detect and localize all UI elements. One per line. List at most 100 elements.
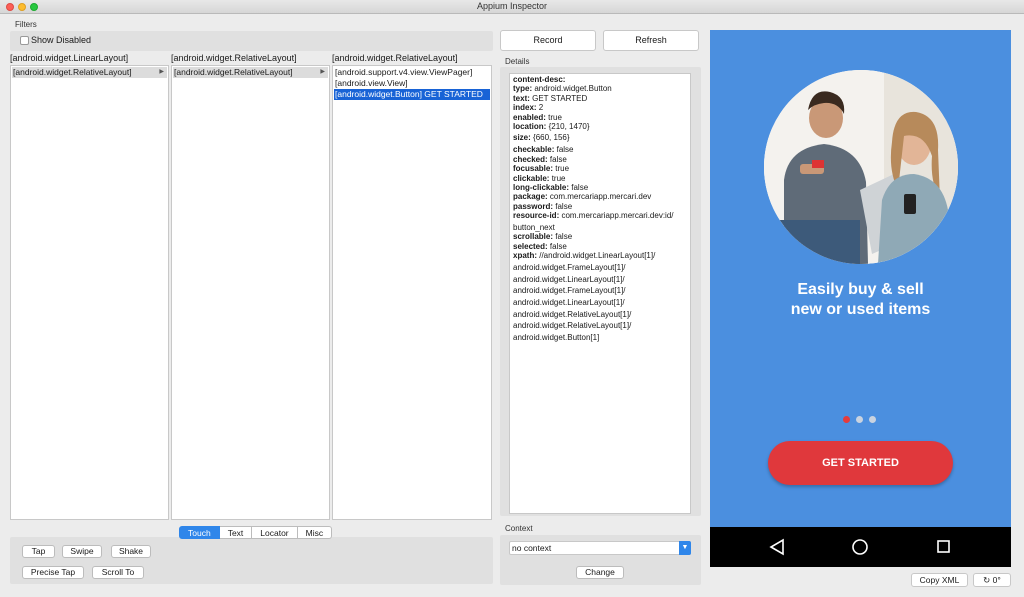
- detail-line: enabled: true: [513, 113, 562, 122]
- show-disabled-checkbox[interactable]: [20, 36, 29, 45]
- detail-value: android.widget.LinearLayout[1]/: [513, 275, 625, 284]
- detail-key: package:: [513, 192, 548, 201]
- detail-line: index: 2: [513, 103, 543, 112]
- recents-icon: [937, 540, 950, 553]
- column-header: [android.widget.RelativeLayout]: [171, 53, 297, 63]
- detail-line: checked: false: [513, 155, 567, 164]
- details-label: Details: [505, 57, 530, 66]
- onboarding-headline: Easily buy & sell new or used items: [710, 280, 1011, 320]
- detail-line: password: false: [513, 202, 572, 211]
- column-list[interactable]: [android.widget.RelativeLayout] ▶: [171, 65, 330, 520]
- detail-line: scrollable: false: [513, 232, 572, 241]
- detail-key: focusable:: [513, 164, 554, 173]
- detail-key: size:: [513, 133, 531, 142]
- detail-value: 2: [538, 103, 544, 112]
- detail-line: android.widget.LinearLayout[1]/: [513, 275, 625, 284]
- detail-value: {660, 156}: [533, 133, 570, 142]
- detail-key: checkable:: [513, 145, 555, 154]
- list-item-label: [android.widget.RelativeLayout]: [174, 67, 293, 77]
- column-list[interactable]: [android.widget.RelativeLayout] ▶: [10, 65, 169, 520]
- column-header: [android.widget.LinearLayout]: [10, 53, 129, 63]
- list-item[interactable]: [android.view.View]: [334, 78, 490, 89]
- scroll-to-button[interactable]: Scroll To: [92, 566, 144, 579]
- detail-value: {210, 1470}: [548, 122, 590, 131]
- tab-touch[interactable]: Touch: [179, 526, 220, 539]
- column-header: [android.widget.RelativeLayout]: [332, 53, 458, 63]
- expand-arrow-icon: ▶: [320, 69, 325, 75]
- detail-key: text:: [513, 94, 530, 103]
- detail-line: button_next: [513, 223, 555, 232]
- detail-key: content-desc:: [513, 75, 566, 84]
- change-context-button[interactable]: Change: [576, 566, 624, 579]
- detail-value: com.mercariapp.mercari.dev:id/: [561, 211, 674, 220]
- detail-value: android.widget.FrameLayout[1]/: [513, 286, 626, 295]
- hierarchy-column-1: [android.widget.LinearLayout] [android.w…: [10, 53, 169, 520]
- context-select[interactable]: no context ▼: [509, 541, 691, 555]
- title-bar: Appium Inspector: [0, 0, 1024, 14]
- detail-value: false: [549, 242, 567, 251]
- detail-line: android.widget.LinearLayout[1]/: [513, 298, 625, 307]
- page-dot: [856, 416, 863, 423]
- tap-button[interactable]: Tap: [22, 545, 55, 558]
- column-list[interactable]: [android.support.v4.view.ViewPager] [and…: [332, 65, 492, 520]
- precise-tap-button[interactable]: Precise Tap: [22, 566, 84, 579]
- detail-line: focusable: true: [513, 164, 569, 173]
- window-title: Appium Inspector: [476, 1, 548, 11]
- expand-arrow-icon: ▶: [159, 69, 164, 75]
- detail-line: long-clickable: false: [513, 183, 588, 192]
- copy-xml-button[interactable]: Copy XML: [911, 573, 968, 587]
- shake-button[interactable]: Shake: [111, 545, 151, 558]
- list-item-label: [android.support.v4.view.ViewPager]: [335, 67, 473, 77]
- list-item-label: [android.view.View]: [335, 78, 408, 88]
- swipe-button[interactable]: Swipe: [62, 545, 102, 558]
- detail-line: android.widget.RelativeLayout[1]/: [513, 310, 631, 319]
- tab-text[interactable]: Text: [219, 526, 253, 539]
- detail-value: android.widget.Button: [534, 84, 612, 93]
- record-button[interactable]: Record: [500, 30, 596, 51]
- page-indicator: [843, 416, 876, 423]
- context-label: Context: [505, 524, 533, 533]
- detail-line: resource-id: com.mercariapp.mercari.dev:…: [513, 211, 674, 220]
- rotation-value: 0°: [992, 575, 1001, 585]
- list-item-selected[interactable]: [android.widget.Button] GET STARTED: [334, 89, 490, 100]
- back-icon: [769, 538, 784, 556]
- list-item-label: [android.widget.RelativeLayout]: [13, 67, 132, 77]
- detail-key: password:: [513, 202, 554, 211]
- detail-key: checked:: [513, 155, 548, 164]
- tab-misc[interactable]: Misc: [297, 526, 333, 539]
- device-screenshot[interactable]: Easily buy & sell new or used items GET …: [710, 30, 1011, 567]
- detail-key: index:: [513, 103, 537, 112]
- list-item[interactable]: [android.widget.RelativeLayout] ▶: [12, 67, 167, 78]
- home-icon: [852, 539, 868, 555]
- tab-locator[interactable]: Locator: [252, 526, 298, 539]
- list-item[interactable]: [android.widget.RelativeLayout] ▶: [173, 67, 328, 78]
- detail-key: xpath:: [513, 251, 537, 260]
- context-select-value: no context: [512, 543, 552, 553]
- detail-line: android.widget.Button[1]: [513, 333, 599, 342]
- detail-line: clickable: true: [513, 174, 566, 183]
- rotate-button[interactable]: ↻ 0°: [973, 573, 1011, 587]
- detail-line: location: {210, 1470}: [513, 122, 590, 131]
- details-text-area[interactable]: content-desc: type: android.widget.Butto…: [509, 73, 691, 514]
- list-item-label: [android.widget.Button] GET STARTED: [335, 89, 483, 99]
- people-shopping-illustration: [764, 70, 958, 264]
- get-started-button[interactable]: GET STARTED: [768, 441, 953, 485]
- detail-value: com.mercariapp.mercari.dev: [549, 192, 652, 201]
- chevron-down-icon[interactable]: ▼: [679, 541, 691, 555]
- detail-line: size: {660, 156}: [513, 133, 570, 142]
- list-item[interactable]: [android.support.v4.view.ViewPager]: [334, 67, 490, 78]
- detail-line: xpath: //android.widget.LinearLayout[1]/: [513, 251, 655, 260]
- show-disabled-label[interactable]: Show Disabled: [31, 35, 91, 45]
- detail-line: selected: false: [513, 242, 567, 251]
- detail-value: android.widget.Button[1]: [513, 333, 600, 342]
- refresh-button[interactable]: Refresh: [603, 30, 699, 51]
- detail-value: true: [548, 113, 562, 122]
- detail-value: android.widget.LinearLayout[1]/: [513, 298, 625, 307]
- detail-value: android.widget.RelativeLayout[1]/: [513, 321, 632, 330]
- detail-value: true: [551, 174, 566, 183]
- detail-value: false: [571, 183, 589, 192]
- rotate-icon: ↻: [983, 575, 991, 585]
- page-dot-active: [843, 416, 850, 423]
- detail-value: false: [555, 232, 573, 241]
- detail-value: android.widget.RelativeLayout[1]/: [513, 310, 632, 319]
